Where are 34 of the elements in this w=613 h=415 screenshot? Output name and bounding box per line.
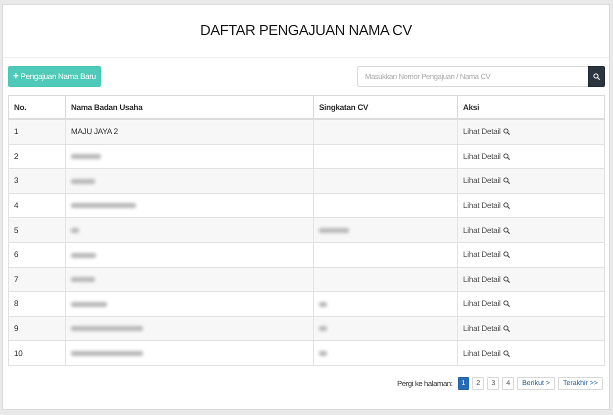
search-icon [593, 73, 600, 80]
row-number: 2 [14, 152, 18, 161]
search-icon [502, 226, 510, 234]
row-number: 8 [14, 299, 18, 308]
row-number: 10 [14, 348, 22, 358]
row-number: 7 [14, 274, 18, 284]
view-detail-link[interactable]: Lihat Detail [463, 274, 510, 284]
search-icon [502, 300, 510, 308]
search-icon [502, 325, 510, 332]
view-detail-link[interactable]: Lihat Detail [463, 152, 510, 161]
row-number: 6 [14, 250, 18, 260]
row-number: 4 [14, 201, 18, 210]
search-icon [502, 128, 510, 136]
search-icon [502, 350, 510, 357]
row-number: 9 [14, 324, 18, 334]
table-cell-text: MAJU JAYA 2 [71, 127, 118, 136]
row-number: 5 [14, 226, 18, 235]
view-detail-link[interactable]: Lihat Detail [463, 201, 510, 210]
view-detail-link[interactable]: Lihat Detail [463, 299, 510, 308]
view-detail-link[interactable]: Lihat Detail [463, 226, 510, 235]
search-icon [502, 202, 510, 210]
view-detail-link[interactable]: Lihat Detail [463, 250, 510, 260]
view-detail-link[interactable]: Lihat Detail [463, 127, 510, 136]
search-icon [502, 276, 510, 283]
view-detail-link[interactable]: Lihat Detail [463, 348, 510, 358]
row-number: 3 [14, 176, 18, 186]
search-icon [502, 152, 510, 160]
view-detail-link[interactable]: Lihat Detail [463, 176, 510, 186]
search-icon [502, 177, 510, 184]
view-detail-link[interactable]: Lihat Detail [463, 324, 510, 334]
search-button[interactable] [588, 66, 605, 87]
search-icon [502, 251, 510, 258]
page-title: DAFTAR PENGAJUAN NAMA CV [200, 23, 412, 39]
row-number: 1 [14, 127, 18, 136]
